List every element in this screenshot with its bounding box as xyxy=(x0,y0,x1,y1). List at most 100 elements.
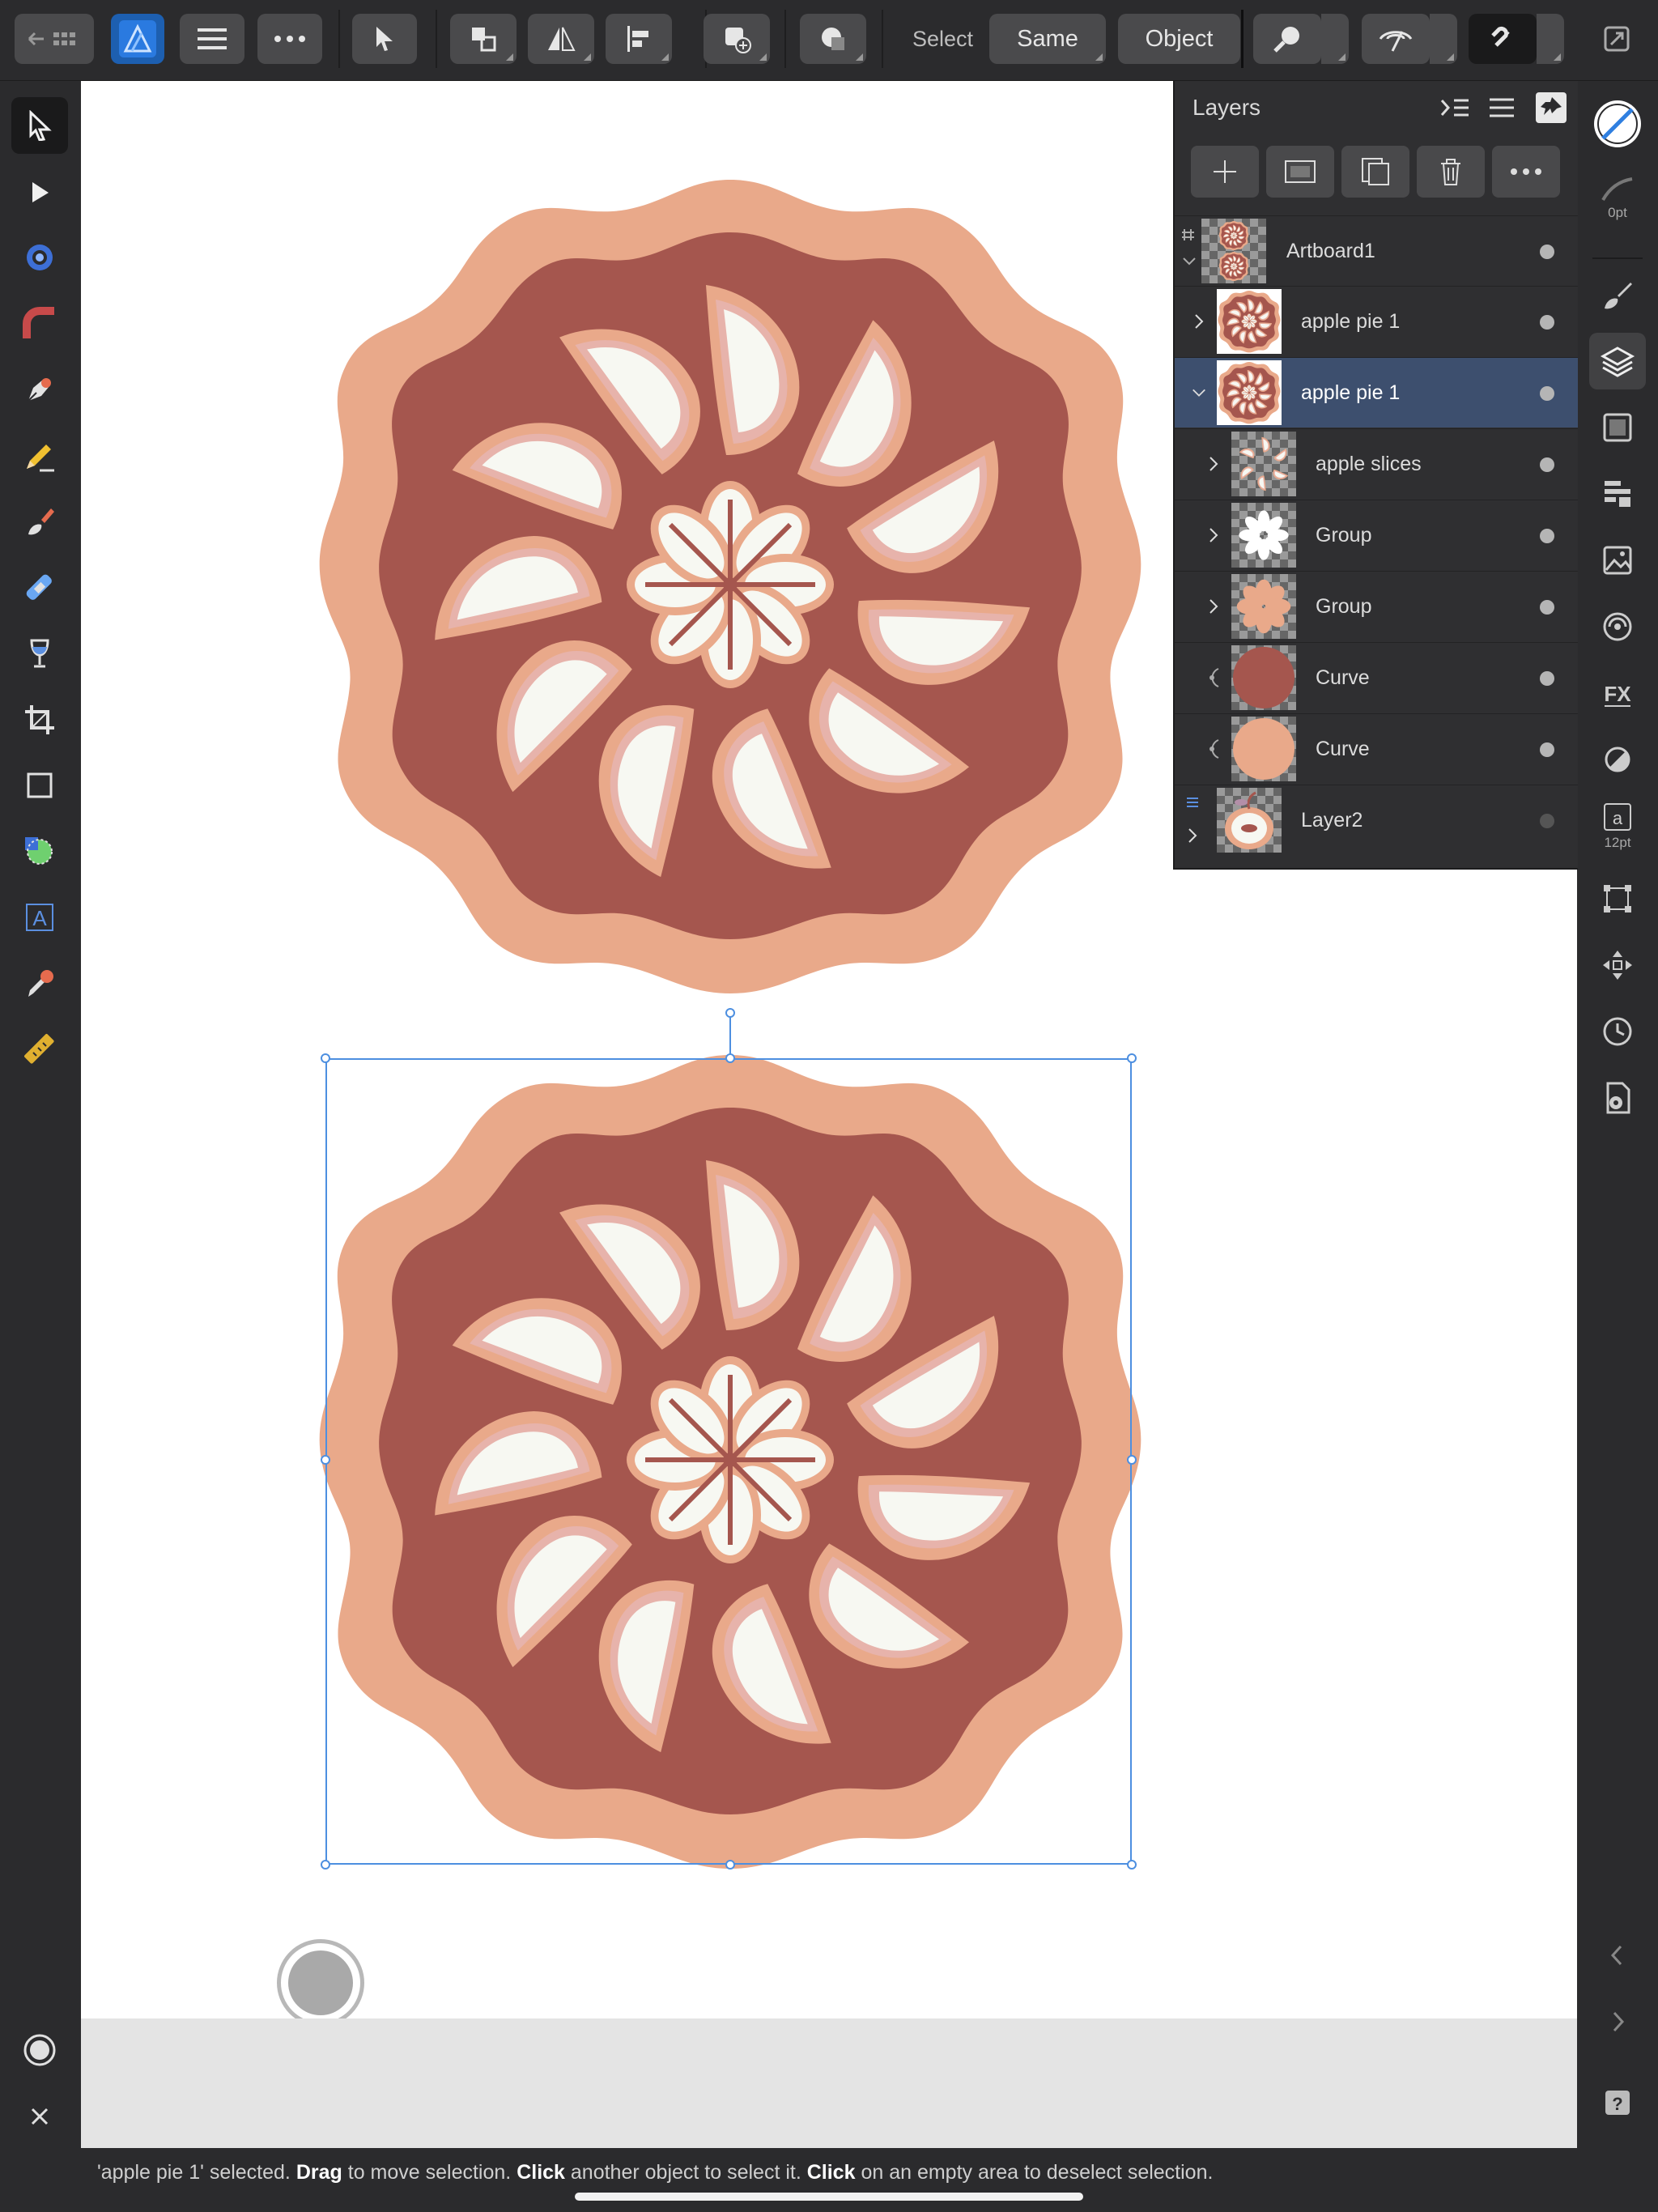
point-transform-tool[interactable] xyxy=(11,229,68,286)
layer-row-curve-crust[interactable]: Curve xyxy=(1175,713,1579,784)
brushes-studio-button[interactable] xyxy=(1589,267,1646,324)
fill-tool[interactable] xyxy=(11,559,68,616)
snapping-button[interactable] xyxy=(1469,14,1537,64)
expand-chevron-icon[interactable] xyxy=(1205,572,1222,641)
layer-row-apple-slices[interactable]: apple slices xyxy=(1175,428,1579,499)
menu-button[interactable] xyxy=(180,14,244,64)
geometry-button[interactable] xyxy=(800,14,866,64)
add-layer-button[interactable] xyxy=(1191,146,1259,198)
zoom-options-button[interactable] xyxy=(1321,14,1349,64)
select-same-button[interactable]: Same xyxy=(989,14,1106,64)
vector-brush-tool[interactable] xyxy=(11,493,68,550)
toggle-ui-button[interactable] xyxy=(1588,14,1645,64)
magnet-snapping-icon xyxy=(1491,26,1510,47)
layer-row-apple-pie-selected[interactable]: apple pie 1 xyxy=(1175,357,1579,428)
transparency-studio-button[interactable] xyxy=(1589,731,1646,788)
visibility-dot[interactable] xyxy=(1540,600,1554,615)
designer-persona-button[interactable] xyxy=(111,14,164,64)
text-tool[interactable]: A xyxy=(11,889,68,946)
flip-button[interactable] xyxy=(528,14,594,64)
home-indicator[interactable] xyxy=(575,2193,1083,2201)
rectangle-tool[interactable] xyxy=(11,757,68,814)
collapse-studio-left-button[interactable] xyxy=(1589,1927,1646,1984)
stroke-studio-button[interactable]: 0pt xyxy=(1589,170,1646,227)
pencil-tool[interactable] xyxy=(11,428,68,484)
move-tool[interactable] xyxy=(11,97,68,154)
shape-tool[interactable] xyxy=(11,823,68,880)
select-object-button[interactable]: Object xyxy=(1118,14,1240,64)
resize-handle-bottom-left[interactable] xyxy=(321,1860,330,1870)
layer-row-group-petals[interactable]: Group xyxy=(1175,571,1579,641)
snapping-options-button[interactable] xyxy=(1537,14,1564,64)
measure-tool[interactable] xyxy=(11,1021,68,1078)
adjustments-studio-button[interactable] xyxy=(1589,399,1646,456)
visibility-dot[interactable] xyxy=(1540,529,1554,543)
character-studio-button[interactable]: a 12pt xyxy=(1589,798,1646,854)
crop-tool[interactable] xyxy=(11,691,68,748)
move-tool-button[interactable] xyxy=(352,14,417,64)
visibility-dot[interactable] xyxy=(1540,742,1554,757)
duplicate-layer-button[interactable] xyxy=(1341,146,1409,198)
navigator-studio-button[interactable] xyxy=(1589,937,1646,993)
selection-bounding-box[interactable] xyxy=(325,1058,1132,1865)
resize-handle-top[interactable] xyxy=(725,1053,735,1063)
help-button[interactable]: ? xyxy=(1589,2074,1646,2131)
history-studio-button[interactable] xyxy=(1589,1003,1646,1060)
visibility-dot[interactable] xyxy=(1540,245,1554,259)
move-arrow-icon xyxy=(29,110,52,141)
align-button[interactable] xyxy=(606,14,672,64)
layer-options-button[interactable] xyxy=(1492,146,1560,198)
expand-chevron-icon[interactable] xyxy=(1205,429,1222,499)
resize-handle-top-left[interactable] xyxy=(321,1053,330,1063)
view-mode-button[interactable] xyxy=(1362,14,1430,64)
more-button[interactable] xyxy=(257,14,322,64)
zoom-button[interactable] xyxy=(1253,14,1321,64)
layer-row-apple-pie-collapsed[interactable]: apple pie 1 xyxy=(1175,286,1579,356)
node-tool[interactable] xyxy=(11,164,68,220)
layers-studio-button[interactable] xyxy=(1589,333,1646,389)
effects-studio-button[interactable]: FX xyxy=(1589,665,1646,721)
resize-handle-top-right[interactable] xyxy=(1127,1053,1137,1063)
layer-row-layer2[interactable]: Layer2 xyxy=(1175,785,1579,855)
resize-handle-bottom-right[interactable] xyxy=(1127,1860,1137,1870)
expand-chevron-icon[interactable] xyxy=(1205,500,1222,570)
color-studio-button[interactable] xyxy=(1589,96,1646,152)
visibility-dot[interactable] xyxy=(1540,457,1554,472)
apple-pie-top[interactable] xyxy=(320,180,1141,993)
layer-row-group-flower[interactable]: Group xyxy=(1175,500,1579,570)
collapse-panel-icon[interactable] xyxy=(1439,96,1472,120)
command-controller-button[interactable] xyxy=(277,1939,364,2018)
layer-row-artboard[interactable]: Artboard1 xyxy=(1175,215,1579,286)
resize-handle-bottom[interactable] xyxy=(725,1860,735,1870)
add-mask-button[interactable] xyxy=(1266,146,1334,198)
color-picker-tool[interactable] xyxy=(11,955,68,1012)
visibility-dot[interactable] xyxy=(1540,671,1554,686)
corner-tool[interactable] xyxy=(11,296,68,352)
record-button[interactable] xyxy=(11,2022,68,2078)
text-styles-studio-button[interactable] xyxy=(1589,466,1646,522)
collapse-studio-right-button[interactable] xyxy=(1589,1993,1646,2050)
pin-panel-button[interactable] xyxy=(1536,92,1567,123)
transparency-tool[interactable] xyxy=(11,625,68,682)
view-mode-options-button[interactable] xyxy=(1430,14,1457,64)
collapse-chevron-icon[interactable] xyxy=(1191,358,1207,428)
arrange-button[interactable] xyxy=(450,14,517,64)
document-settings-button[interactable] xyxy=(1589,1070,1646,1126)
visibility-dot[interactable] xyxy=(1540,386,1554,401)
panel-menu-icon[interactable] xyxy=(1487,96,1516,120)
transform-studio-button[interactable] xyxy=(1589,870,1646,927)
layer-row-curve-filling[interactable]: Curve xyxy=(1175,642,1579,713)
visibility-dot[interactable] xyxy=(1540,814,1554,828)
resize-handle-right[interactable] xyxy=(1127,1455,1137,1465)
expand-chevron-icon[interactable] xyxy=(1191,287,1207,356)
visibility-dot[interactable] xyxy=(1540,315,1554,330)
assets-studio-button[interactable] xyxy=(1589,532,1646,589)
delete-layer-button[interactable] xyxy=(1417,146,1485,198)
close-button[interactable] xyxy=(11,2088,68,2145)
pen-tool[interactable] xyxy=(11,361,68,418)
insert-button[interactable] xyxy=(704,14,770,64)
symbols-studio-button[interactable] xyxy=(1589,598,1646,655)
rotation-handle[interactable] xyxy=(725,1008,735,1018)
resize-handle-left[interactable] xyxy=(321,1455,330,1465)
back-to-documents-button[interactable] xyxy=(15,14,94,64)
